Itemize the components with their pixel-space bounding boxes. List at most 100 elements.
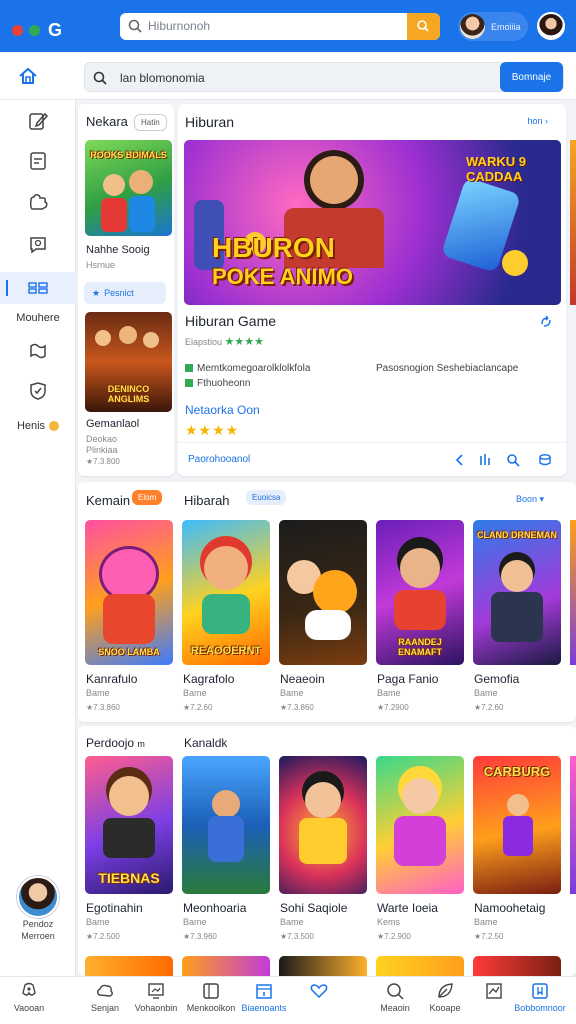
- game-cover-peek: [473, 956, 561, 976]
- game-cover[interactable]: SNOO LAMBA: [85, 520, 173, 665]
- joystick-icon: [22, 982, 36, 996]
- featured-link[interactable]: Netaorka Oon: [185, 403, 260, 417]
- game-cover-title: RAANDEJ ENAMAFT: [398, 637, 442, 657]
- sidebar-item-map[interactable]: [0, 340, 76, 380]
- user-account-chip[interactable]: Emoiiia: [458, 12, 528, 41]
- profile-avatar[interactable]: [537, 12, 565, 40]
- search-icon[interactable]: [506, 453, 520, 467]
- game-rating: ★7.3.500: [280, 932, 314, 941]
- sidebar-item-grid[interactable]: [0, 272, 76, 304]
- bottom-nav-item[interactable]: [288, 981, 350, 1001]
- game-name[interactable]: Gemanlaol: [86, 418, 139, 430]
- game-name[interactable]: Gemofia: [474, 672, 519, 686]
- top-search-field[interactable]: Hiburnonoh: [120, 13, 440, 40]
- game-name[interactable]: Namoohetaig: [474, 901, 545, 915]
- game-cover[interactable]: [182, 756, 270, 894]
- game-cover[interactable]: [279, 520, 367, 665]
- game-cover-peek: [570, 520, 576, 665]
- game-sub: Bame: [183, 688, 207, 698]
- top-search-placeholder: Hiburnonoh: [148, 19, 211, 33]
- game-name[interactable]: Paga Fanio: [377, 672, 438, 686]
- game-cover[interactable]: CARBURG: [473, 756, 561, 894]
- featured-game-title[interactable]: Hiburan Game: [185, 313, 276, 329]
- featured-feature-2-text: Fthuoheonn: [197, 378, 251, 389]
- game-cover-peek: [85, 956, 173, 976]
- game-cover[interactable]: RAANDEJ ENAMAFT: [376, 520, 464, 665]
- top-search-button[interactable]: [407, 13, 440, 40]
- home-icon[interactable]: [18, 66, 38, 86]
- game-name[interactable]: Warte Ioeia: [377, 901, 438, 915]
- heart-icon: [310, 984, 328, 999]
- minimize-dot-icon[interactable]: [29, 25, 40, 36]
- sidebar: Mouhere Henis: [0, 100, 76, 976]
- game-name[interactable]: Sohi Saqiole: [280, 901, 347, 915]
- close-dot-icon[interactable]: [12, 25, 23, 36]
- game-cover[interactable]: DENINCO ANGLIMS: [85, 312, 172, 412]
- install-button[interactable]: ★ Pesnict: [84, 282, 166, 304]
- left-panel-chip[interactable]: Hatin: [134, 114, 167, 131]
- game-name[interactable]: Nahhe Sooig: [86, 244, 150, 256]
- bottom-nav-label: Kooape: [429, 1003, 461, 1013]
- featured-meta: Eiapstiou ★★★★: [185, 335, 264, 348]
- sidebar-item-shield[interactable]: [0, 380, 76, 420]
- featured-stars: ★★★★: [224, 336, 264, 348]
- sidebar-item-mouhere[interactable]: Mouhere: [0, 312, 76, 324]
- games-row-2: Perdoojo m Kanaldk TIEBNAS CARBURG Egoti…: [78, 726, 576, 976]
- featured-banner[interactable]: HBURON POKE ANIMO WARKU 9 CADDAA: [184, 140, 561, 305]
- game-name[interactable]: Egotinahin: [86, 901, 143, 915]
- game-cover[interactable]: ROOKS BDIMALS: [85, 140, 172, 236]
- main-search-field[interactable]: lan blomonomia Bomnaje: [84, 62, 564, 92]
- game-name[interactable]: Kagrafolo: [183, 672, 234, 686]
- game-cover-title: SNOO LAMBA: [98, 647, 160, 657]
- bottom-nav-item[interactable]: Bobbomnoor: [509, 981, 571, 1013]
- check-icon: [185, 379, 193, 388]
- leaf-icon: [438, 983, 453, 998]
- game-cover-title: DENINCO ANGLIMS: [107, 384, 150, 404]
- row1-chip-2[interactable]: Euoicsa: [246, 490, 287, 505]
- bottom-nav-item[interactable]: Biaenoants: [233, 981, 295, 1013]
- window-controls: G: [12, 20, 62, 41]
- main-search-button[interactable]: Bomnaje: [500, 62, 563, 92]
- tablet-icon: [203, 983, 219, 999]
- bottom-nav-item[interactable]: Vaooan: [0, 981, 60, 1013]
- chevron-left-icon[interactable]: [454, 453, 466, 467]
- row1-chip[interactable]: Elom: [132, 490, 163, 505]
- game-rating: ★7.3.800: [86, 457, 120, 466]
- share-icon[interactable]: [540, 316, 552, 328]
- sidebar-item-henis[interactable]: Henis: [0, 420, 76, 432]
- bars-icon[interactable]: [478, 453, 492, 467]
- game-cover[interactable]: CLAND DRNEMAN: [473, 520, 561, 665]
- game-sub: Bame: [280, 917, 304, 927]
- sidebar-item-puzzle[interactable]: [0, 192, 76, 232]
- search-icon: [128, 19, 142, 33]
- row1-link-label: Boon: [515, 494, 537, 504]
- sidebar-item-clipboard[interactable]: [0, 150, 76, 190]
- row2-title-text: Perdoojo: [86, 736, 135, 750]
- game-name[interactable]: Kanrafulo: [86, 672, 137, 686]
- bottom-nav-item[interactable]: Vohaonbin: [125, 981, 187, 1013]
- featured-feature-1-text: Memtkomegoarolklolkfola: [197, 363, 311, 374]
- game-name[interactable]: Neaeoin: [280, 672, 325, 686]
- row1-link[interactable]: Boon ▾: [516, 494, 544, 505]
- game-cover[interactable]: REAOOERNT: [182, 520, 270, 665]
- sidebar-user[interactable]: Pendoz Merroen: [8, 876, 68, 942]
- game-cover[interactable]: [279, 756, 367, 894]
- game-cover[interactable]: [376, 756, 464, 894]
- game-cover-title: ROOKS BDIMALS: [90, 150, 167, 160]
- game-cover-peek: [279, 956, 367, 976]
- database-icon[interactable]: [538, 453, 552, 467]
- game-cover[interactable]: TIEBNAS: [85, 756, 173, 894]
- featured-footer-link[interactable]: Paorohooanol: [188, 454, 250, 465]
- sidebar-item-label: Mouhere: [16, 312, 60, 324]
- clipboard-icon: [30, 152, 46, 170]
- bottom-nav-label: Senjan: [90, 1003, 120, 1013]
- bookmark-icon: [532, 983, 548, 999]
- main-search-value: lan blomonomia: [120, 71, 205, 85]
- featured-section-link-label: hon: [527, 116, 543, 126]
- sidebar-item-chat[interactable]: [0, 234, 76, 274]
- game-name[interactable]: Meonhoaria: [183, 901, 246, 915]
- featured-meta-text: Eiapstiou: [185, 337, 223, 347]
- featured-section-link[interactable]: hon ›: [527, 116, 548, 126]
- game-sub: Hsrnue: [86, 260, 116, 270]
- sidebar-item-edit[interactable]: [0, 110, 76, 150]
